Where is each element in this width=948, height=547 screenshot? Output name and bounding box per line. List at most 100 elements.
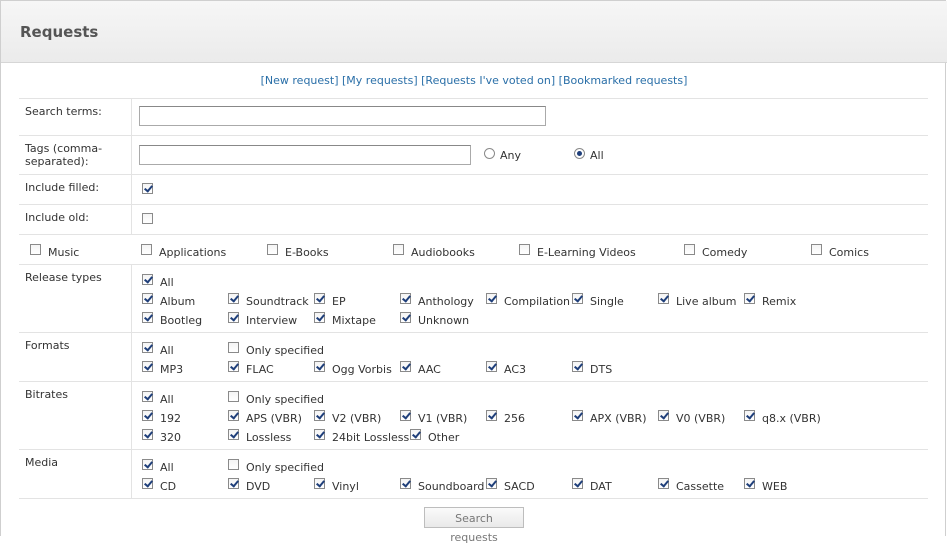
format-ogg-checkbox[interactable] xyxy=(314,361,325,372)
include-old-checkbox[interactable] xyxy=(142,213,153,224)
format-flac-checkbox[interactable] xyxy=(228,361,239,372)
category-audiobooks-checkbox[interactable] xyxy=(393,244,404,255)
bitrate-192-label: 192 xyxy=(160,412,181,425)
bitrate-aps-label: APS (VBR) xyxy=(246,412,302,425)
format-ac3-checkbox[interactable] xyxy=(486,361,497,372)
tags-any-radio[interactable] xyxy=(484,148,495,159)
release-soundtrack-checkbox[interactable] xyxy=(228,293,239,304)
bitrates-label: Bitrates xyxy=(25,388,68,401)
bitrate-apx-label: APX (VBR) xyxy=(590,412,647,425)
format-dts-checkbox[interactable] xyxy=(572,361,583,372)
release-anthology-checkbox[interactable] xyxy=(400,293,411,304)
bitrate-only-specified-label: Only specified xyxy=(246,393,324,406)
format-ogg-label: Ogg Vorbis xyxy=(332,363,392,376)
media-sacd-checkbox[interactable] xyxy=(486,478,497,489)
release-compilation-checkbox[interactable] xyxy=(486,293,497,304)
media-cassette-checkbox[interactable] xyxy=(658,478,669,489)
page-title: Requests xyxy=(20,23,99,41)
category-comics-checkbox[interactable] xyxy=(811,244,822,255)
bitrate-v1-checkbox[interactable] xyxy=(400,410,411,421)
release-album-label: Album xyxy=(160,295,196,308)
media-cd-checkbox[interactable] xyxy=(142,478,153,489)
format-all-checkbox[interactable] xyxy=(142,342,153,353)
bitrate-320-checkbox[interactable] xyxy=(142,429,153,440)
tags-label: Tags (comma- separated): xyxy=(25,142,102,168)
format-all-label: All xyxy=(160,344,174,357)
bitrate-v0-label: V0 (VBR) xyxy=(676,412,726,425)
bitrate-192-checkbox[interactable] xyxy=(142,410,153,421)
media-dvd-checkbox[interactable] xyxy=(228,478,239,489)
include-filled-checkbox[interactable] xyxy=(142,183,153,194)
bitrate-all-checkbox[interactable] xyxy=(142,391,153,402)
search-requests-button[interactable]: Search requests xyxy=(424,507,524,544)
release-unknown-label: Unknown xyxy=(418,314,470,327)
format-mp3-checkbox[interactable] xyxy=(142,361,153,372)
media-all-checkbox[interactable] xyxy=(142,459,153,470)
row-divider xyxy=(19,174,928,175)
bitrate-v2-checkbox[interactable] xyxy=(314,410,325,421)
tags-input[interactable] xyxy=(139,145,471,165)
row-divider xyxy=(19,449,928,450)
release-single-label: Single xyxy=(590,295,624,308)
release-interview-label: Interview xyxy=(246,314,298,327)
media-only-specified-checkbox[interactable] xyxy=(228,459,239,470)
release-all-checkbox[interactable] xyxy=(142,274,153,285)
row-divider xyxy=(19,498,928,499)
row-divider xyxy=(19,381,928,382)
media-dat-checkbox[interactable] xyxy=(572,478,583,489)
category-ebooks-checkbox[interactable] xyxy=(267,244,278,255)
release-bootleg-checkbox[interactable] xyxy=(142,312,153,323)
format-only-specified-checkbox[interactable] xyxy=(228,342,239,353)
bitrate-only-specified-checkbox[interactable] xyxy=(228,391,239,402)
release-mixtape-label: Mixtape xyxy=(332,314,376,327)
bitrate-q8-checkbox[interactable] xyxy=(744,410,755,421)
bitrate-v0-checkbox[interactable] xyxy=(658,410,669,421)
bitrate-other-checkbox[interactable] xyxy=(410,429,421,440)
voted-requests-link[interactable]: [Requests I've voted on] xyxy=(421,74,555,87)
bitrate-other-label: Other xyxy=(428,431,460,444)
bitrate-24bit-label: 24bit Lossless xyxy=(332,431,410,444)
bitrate-aps-checkbox[interactable] xyxy=(228,410,239,421)
release-ep-label: EP xyxy=(332,295,346,308)
category-comedy-checkbox[interactable] xyxy=(684,244,695,255)
formats-label: Formats xyxy=(25,339,70,352)
release-single-checkbox[interactable] xyxy=(572,293,583,304)
release-bootleg-label: Bootleg xyxy=(160,314,203,327)
category-comedy-label: Comedy xyxy=(702,246,748,259)
release-album-checkbox[interactable] xyxy=(142,293,153,304)
release-remix-checkbox[interactable] xyxy=(744,293,755,304)
tags-all-radio[interactable] xyxy=(574,148,585,159)
category-applications-label: Applications xyxy=(159,246,227,259)
search-terms-input[interactable] xyxy=(139,106,546,126)
bitrate-q8-label: q8.x (VBR) xyxy=(762,412,821,425)
format-only-specified-label: Only specified xyxy=(246,344,324,357)
release-unknown-checkbox[interactable] xyxy=(400,312,411,323)
category-elearning-checkbox[interactable] xyxy=(519,244,530,255)
release-interview-checkbox[interactable] xyxy=(228,312,239,323)
media-web-checkbox[interactable] xyxy=(744,478,755,489)
row-divider xyxy=(19,234,928,235)
bitrate-256-checkbox[interactable] xyxy=(486,410,497,421)
search-terms-label: Search terms: xyxy=(25,105,102,118)
format-dts-label: DTS xyxy=(590,363,613,376)
new-request-link[interactable]: [New request] xyxy=(261,74,339,87)
bitrate-24bit-checkbox[interactable] xyxy=(314,429,325,440)
release-live-album-checkbox[interactable] xyxy=(658,293,669,304)
my-requests-link[interactable]: [My requests] xyxy=(342,74,418,87)
media-soundboard-checkbox[interactable] xyxy=(400,478,411,489)
bitrate-apx-checkbox[interactable] xyxy=(572,410,583,421)
release-mixtape-checkbox[interactable] xyxy=(314,312,325,323)
category-ebooks-label: E-Books xyxy=(285,246,329,259)
bitrate-lossless-checkbox[interactable] xyxy=(228,429,239,440)
release-ep-checkbox[interactable] xyxy=(314,293,325,304)
category-applications-checkbox[interactable] xyxy=(141,244,152,255)
bookmarked-requests-link[interactable]: [Bookmarked requests] xyxy=(559,74,688,87)
release-remix-label: Remix xyxy=(762,295,797,308)
row-divider xyxy=(19,264,928,265)
format-aac-checkbox[interactable] xyxy=(400,361,411,372)
media-cassette-label: Cassette xyxy=(676,480,725,493)
category-music-checkbox[interactable] xyxy=(30,244,41,255)
row-divider xyxy=(19,135,928,136)
media-vinyl-checkbox[interactable] xyxy=(314,478,325,489)
release-all-label: All xyxy=(160,276,174,289)
